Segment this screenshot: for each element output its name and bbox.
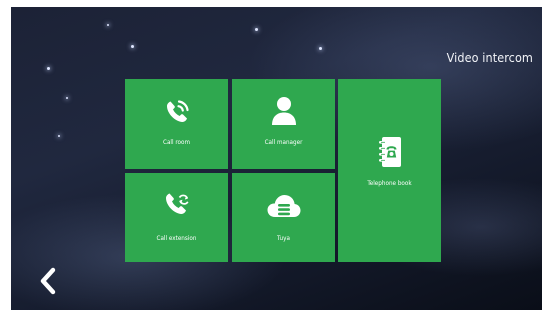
star-decoration: [131, 45, 134, 48]
page-title: Video intercom: [446, 50, 533, 65]
star-decoration: [58, 135, 60, 137]
person-icon: [269, 95, 299, 127]
back-button[interactable]: [36, 266, 62, 296]
tuya-tile[interactable]: Tuya: [232, 173, 335, 262]
intercom-screen: Video intercom Call room Call manager Te…: [11, 7, 542, 310]
address-book-icon: [375, 135, 405, 169]
tuya-label: Tuya: [277, 235, 290, 242]
call-extension-label: Call extension: [156, 235, 197, 242]
call-manager-tile[interactable]: Call manager: [232, 79, 335, 169]
phone-call-icon: [162, 97, 192, 127]
cloud-icon: [266, 193, 302, 219]
phone-transfer-icon: [162, 189, 192, 219]
star-decoration: [107, 24, 109, 26]
star-decoration: [255, 28, 258, 31]
call-room-tile[interactable]: Call room: [125, 79, 228, 169]
telephone-book-label: Telephone book: [367, 180, 412, 187]
star-decoration: [319, 47, 322, 50]
star-decoration: [47, 67, 50, 70]
chevron-left-icon: [40, 267, 56, 295]
telephone-book-tile[interactable]: Telephone book: [338, 79, 441, 262]
star-decoration: [66, 97, 68, 99]
call-room-label: Call room: [162, 139, 190, 146]
call-manager-label: Call manager: [264, 139, 303, 146]
call-extension-tile[interactable]: Call extension: [125, 173, 228, 262]
